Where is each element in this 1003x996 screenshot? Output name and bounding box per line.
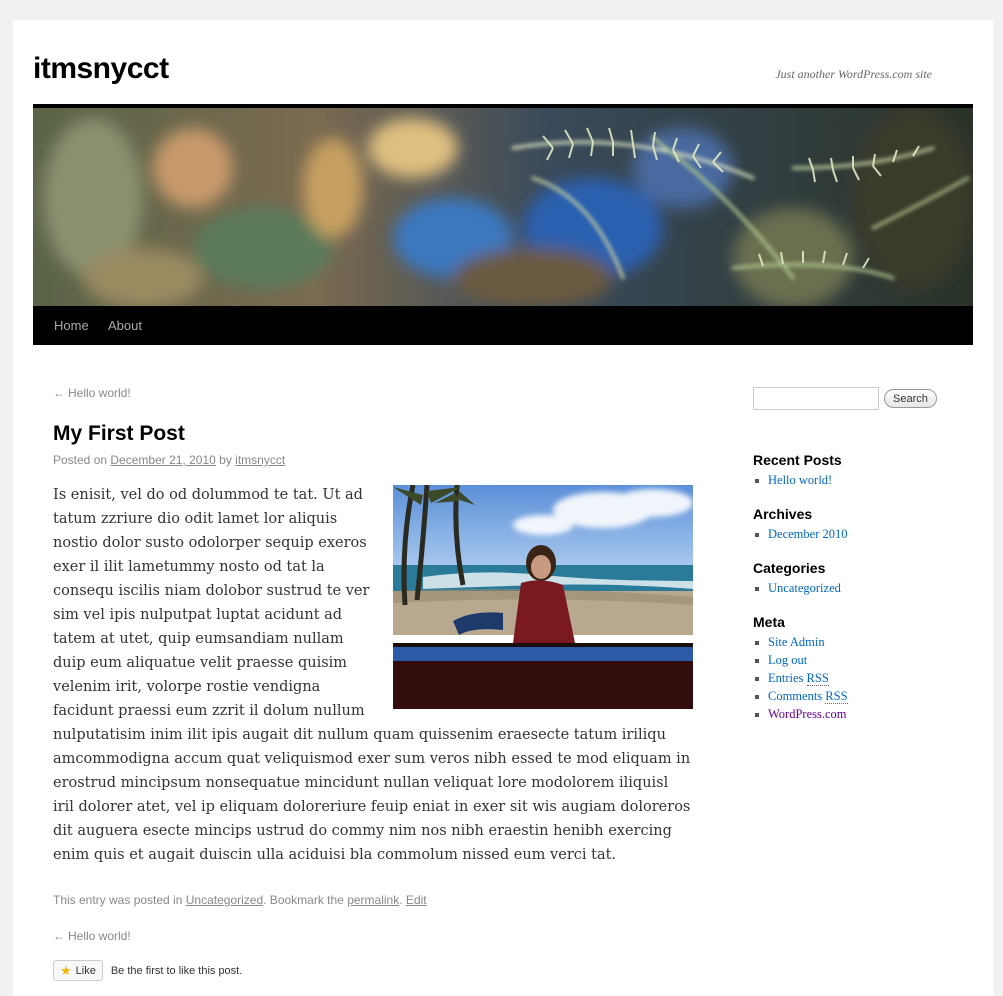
like-widget: ★ Like Be the first to like this post. [53,960,242,981]
widget-recent-posts: Recent Posts Hello world! [753,452,842,489]
category-link[interactable]: Uncategorized [186,893,263,907]
posted-on-label: Posted on [53,453,108,467]
nav-item-about[interactable]: About [108,318,142,333]
post-title: My First Post [53,422,185,445]
utility-separator: . [399,893,403,907]
entries-rss-link[interactable]: Entries RSS [753,669,848,687]
by-label: by [219,453,232,467]
wordpress-link[interactable]: WordPress.com [753,705,848,723]
permalink-link[interactable]: permalink [347,893,399,907]
nav-previous[interactable]: ← Hello world! [53,386,693,400]
star-icon: ★ [60,962,72,978]
post-utility: This entry was posted in Uncategorized. … [53,893,427,907]
page-wrapper: itmsnycct Just another WordPress.com sit… [13,20,993,996]
rss-abbr: RSS [806,671,829,686]
beach-photo [393,485,693,709]
rss-abbr: RSS [825,689,848,704]
like-button-label: Like [75,964,96,977]
content-area: ← Hello world! My First Post Posted on De… [53,386,693,981]
widget-title: Meta [753,614,785,630]
comments-label: Comments [768,689,823,703]
header-banner-image [33,108,973,306]
posted-in-label: This entry was posted in [53,893,183,907]
archive-link[interactable]: December 2010 [753,525,847,543]
widget-categories: Categories Uncategorized [753,560,841,597]
nav-previous-bottom[interactable]: ← Hello world! [53,929,131,943]
comments-rss-link[interactable]: Comments RSS [753,687,848,705]
bookmark-label: . Bookmark the [263,893,344,907]
edit-link[interactable]: Edit [406,893,427,907]
main-navigation: Home About [33,306,973,345]
widget-meta: Meta Site Admin Log out Entries RSS Comm… [753,614,848,723]
left-arrow-icon: ← [53,386,65,400]
like-button[interactable]: ★ Like [53,960,103,981]
post-content: Is enisit, vel do od dolummod te tat. Ut… [53,483,693,867]
left-arrow-icon: ← [53,929,65,943]
entries-label: Entries [768,671,804,685]
search-input[interactable] [753,387,879,410]
widget-archives: Archives December 2010 [753,506,847,543]
widget-title: Categories [753,560,826,576]
nav-previous-label: Hello world! [68,386,131,400]
log-out-link[interactable]: Log out [753,651,848,669]
site-title[interactable]: itmsnycct [33,52,169,86]
site-admin-link[interactable]: Site Admin [753,633,848,651]
author-link[interactable]: itmsnycct [235,453,285,467]
site-description: Just another WordPress.com site [775,67,932,81]
widget-title: Recent Posts [753,452,842,468]
like-status-text: Be the first to like this post. [110,964,243,977]
search-button[interactable]: Search [884,389,937,408]
category-link[interactable]: Uncategorized [753,579,841,597]
recent-post-link[interactable]: Hello world! [753,471,842,489]
post-date-link[interactable]: December 21, 2010 [110,453,215,467]
post-meta: Posted on December 21, 2010 by itmsnycct [53,453,285,467]
widget-title: Archives [753,506,813,522]
nav-item-home[interactable]: Home [54,318,89,333]
nav-previous-bottom-label: Hello world! [68,929,131,943]
